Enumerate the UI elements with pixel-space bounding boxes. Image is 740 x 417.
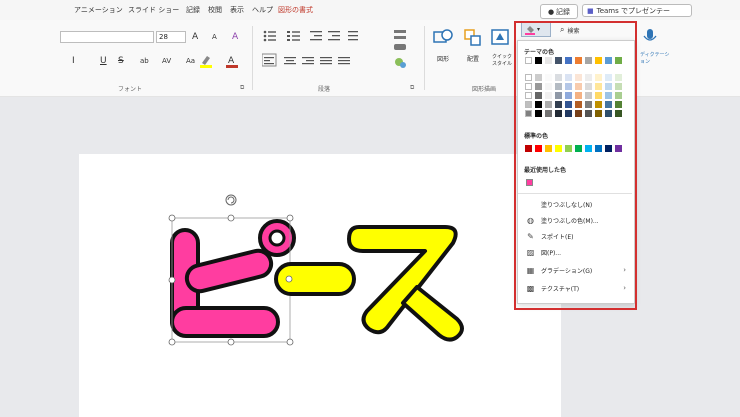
tab-view[interactable]: 表示 [230,5,244,15]
ribbon-separator [252,26,253,90]
underline-button[interactable]: U [100,55,107,67]
tab-animations[interactable]: アニメーション [74,5,123,15]
svg-text:A: A [228,56,235,66]
teams-present-button[interactable]: ■ Teams でプレゼンテー [582,4,692,17]
dictate-button[interactable]: ディクテーション [640,26,670,70]
shrink-font-button[interactable]: A [212,31,217,43]
katakana-su-shape[interactable] [345,215,475,345]
arrange-icon [464,29,481,46]
strikethrough-button[interactable]: S [118,55,124,67]
shapes-button[interactable]: 図形 [432,26,454,70]
tab-record[interactable]: 記録 [186,5,200,15]
highlighter-icon [200,56,212,68]
shapes-button-label: 図形 [436,56,449,63]
paragraph-group-label: 段落 [318,86,331,93]
record-icon: ● [547,7,555,16]
grow-font-button[interactable]: A [192,31,198,43]
teams-button-label: Teams でプレゼンテー [596,6,670,15]
shapes-icon [433,29,453,43]
clear-format-button[interactable]: A [232,31,238,43]
paragraph-group-icons [262,30,406,68]
tab-slideshow[interactable]: スライド ショー [128,5,179,15]
drawing-group-label: 図形描画 [472,86,497,93]
tab-review[interactable]: 校閲 [208,5,222,15]
dictate-button-label: ディクテーション [640,52,670,65]
record-button-label: 記録 [556,7,571,16]
font-group-label: フォント [118,86,143,93]
arrange-button-label: 配置 [466,56,479,63]
rotate-handle-icon [225,194,237,206]
tab-help[interactable]: ヘルプ [252,5,273,15]
abc-button[interactable]: ab [140,55,149,67]
font-name-field[interactable] [60,31,154,43]
quick-styles-button-label: クイック スタイル [491,54,512,67]
highlight-color-button[interactable] [200,53,212,68]
font-dialog-launcher-icon[interactable]: ⧉ [240,84,244,92]
teams-icon: ■ [587,6,594,15]
record-button[interactable]: ● 記録 [540,4,578,19]
paragraph-dialog-launcher-icon[interactable]: ⧉ [410,84,414,92]
microphone-icon [643,29,657,41]
quick-styles-button[interactable]: クイック スタイル [490,26,514,76]
font-color-icon: A [226,56,238,68]
number-list-icon [287,31,300,41]
quick-styles-icon [491,29,509,45]
arrange-button[interactable]: 配置 [462,26,484,70]
ribbon-separator [424,26,425,90]
italic-button[interactable]: I [72,55,75,67]
change-case-button[interactable]: Aa [186,55,195,67]
font-size-field[interactable]: 28 [156,31,186,43]
bullet-list-icon [263,30,276,42]
font-color-button[interactable]: A [226,53,238,68]
highlight-frame [514,21,637,310]
char-spacing-button[interactable]: AV [162,55,171,67]
tab-shape-format[interactable]: 図形の書式 [278,5,313,15]
